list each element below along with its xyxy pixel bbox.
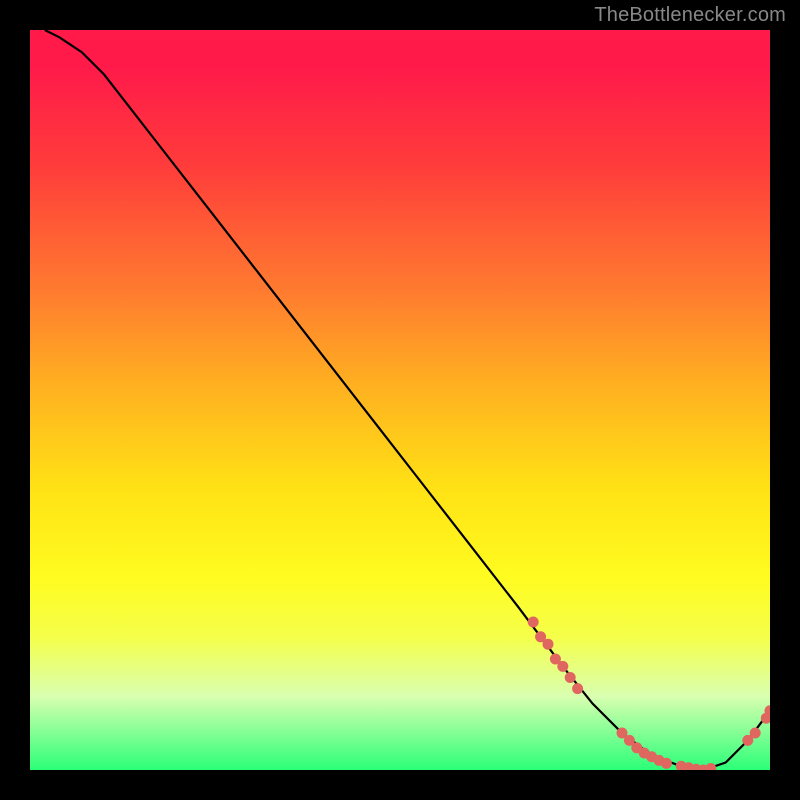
chart-plot-area (30, 30, 770, 770)
marker-dot (705, 763, 716, 770)
marker-dot (661, 758, 672, 769)
marker-dot (572, 683, 583, 694)
chart-markers (528, 617, 770, 771)
marker-dot (565, 672, 576, 683)
chart-overlay-svg (30, 30, 770, 770)
marker-dot (750, 728, 761, 739)
attribution-text: TheBottlenecker.com (594, 4, 786, 27)
chart-curve (45, 30, 770, 770)
marker-dot (557, 661, 568, 672)
marker-dot (528, 617, 539, 628)
marker-dot (543, 639, 554, 650)
